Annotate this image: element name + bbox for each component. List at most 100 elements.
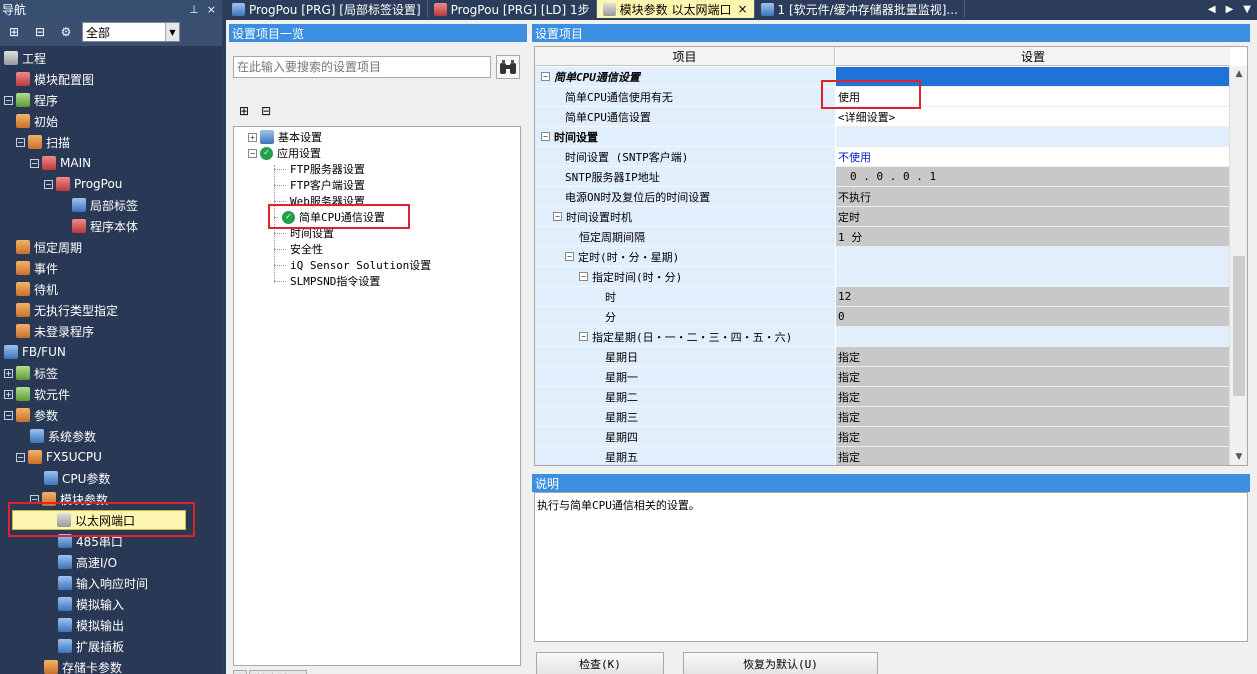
scroll-down-icon[interactable]: ▼: [1230, 449, 1247, 465]
expand-icon[interactable]: +: [4, 368, 13, 378]
setting-tree-item[interactable]: + 基本设置: [248, 129, 322, 145]
setting-row-label-cell[interactable]: 星期四: [535, 427, 835, 447]
nav-tree-item-ethernet-port[interactable]: 以太网端口: [12, 510, 186, 530]
nav-tree-item[interactable]: − ProgPou: [44, 174, 122, 194]
nav-tree-item[interactable]: 模拟输入: [58, 594, 124, 614]
setting-row-label-cell[interactable]: − 时间设置时机: [535, 207, 835, 227]
nav-tree-item[interactable]: − 参数: [4, 405, 58, 425]
setting-row-value-cell[interactable]: 定时: [836, 207, 1229, 227]
setting-row-value-cell[interactable]: <详细设置>: [836, 107, 1229, 127]
setting-row-value-cell[interactable]: [836, 127, 1229, 147]
expand-icon[interactable]: +: [4, 389, 13, 399]
setting-row-value-cell[interactable]: 指定: [836, 387, 1229, 407]
setting-row-label-cell[interactable]: 星期一: [535, 367, 835, 387]
setting-tree-item[interactable]: − ✓ 应用设置: [248, 145, 321, 161]
setting-row-value-cell[interactable]: 使用: [836, 87, 1229, 107]
nav-tree-item[interactable]: 局部标签: [72, 195, 138, 215]
setting-search-input[interactable]: [233, 56, 491, 78]
nav-tree-item[interactable]: − MAIN: [30, 153, 91, 173]
setting-tree-item[interactable]: FTP服务器设置: [274, 161, 365, 177]
nav-tree-item[interactable]: 未登录程序: [16, 321, 94, 341]
document-tab[interactable]: 模块参数 以太网端口 ×: [596, 0, 755, 18]
setting-tree-item[interactable]: 安全性: [274, 241, 323, 257]
collapse-icon[interactable]: −: [541, 72, 550, 81]
setting-row-value-cell[interactable]: 指定: [836, 447, 1229, 465]
collapse-icon[interactable]: −: [4, 410, 13, 420]
nav-tree-item[interactable]: 扩展插板: [58, 636, 124, 656]
setting-row-label-cell[interactable]: 星期二: [535, 387, 835, 407]
search-button[interactable]: [496, 55, 520, 79]
setting-row-value-cell[interactable]: 0: [836, 307, 1229, 327]
nav-tree-item[interactable]: 模拟输出: [58, 615, 124, 635]
setting-row-label-cell[interactable]: 简单CPU通信设置: [535, 107, 835, 127]
collapse-icon[interactable]: −: [44, 179, 53, 189]
list-bottom-tab[interactable]: 搜索结果: [249, 670, 307, 674]
setting-row-label-cell[interactable]: − 定时(时・分・星期): [535, 247, 835, 267]
pin-icon[interactable]: ⊥: [189, 3, 199, 16]
nav-tree-item[interactable]: 恒定周期: [16, 237, 82, 257]
setting-row-label-cell[interactable]: 星期五: [535, 447, 835, 465]
setting-row-label-cell[interactable]: 电源ON时及复位后的时间设置: [535, 187, 835, 207]
setting-tree-item[interactable]: ✓ 简单CPU通信设置: [274, 209, 385, 225]
setting-tree-item[interactable]: FTP客户端设置: [274, 177, 365, 193]
nav-tree-item[interactable]: 初始: [16, 111, 58, 131]
collapse-icon[interactable]: −: [16, 137, 25, 147]
restore-default-button[interactable]: 恢复为默认(U): [683, 652, 878, 674]
nav-tree-item[interactable]: 485串口: [58, 531, 123, 551]
nav-tree-item[interactable]: 输入响应时间: [58, 573, 148, 593]
nav-tree-item[interactable]: 程序本体: [72, 216, 138, 236]
setting-row-value-cell[interactable]: [836, 267, 1229, 287]
expand-icon[interactable]: +: [248, 132, 257, 142]
collapse-icon[interactable]: −: [541, 132, 550, 141]
setting-tree-item[interactable]: SLMPSND指令设置: [274, 273, 380, 289]
nav-tree-item[interactable]: + 软元件: [4, 384, 70, 404]
collapse-all-icon[interactable]: ⊟: [261, 104, 271, 118]
setting-row-value-cell[interactable]: [836, 327, 1229, 347]
nav-tree-item[interactable]: FB/FUN: [4, 342, 66, 362]
setting-row-value-cell[interactable]: 指定: [836, 427, 1229, 447]
document-tab[interactable]: ProgPou [PRG] [LD] 1步: [428, 0, 597, 18]
setting-row-value-cell[interactable]: 不使用: [836, 147, 1229, 167]
tab-scroll-left-icon[interactable]: ◀: [1208, 4, 1216, 15]
collapse-icon[interactable]: −: [16, 452, 25, 462]
setting-row-value-cell[interactable]: [836, 247, 1229, 267]
tree-collapse-icon[interactable]: ⊟: [30, 22, 50, 42]
nav-tree-item[interactable]: 工程: [4, 48, 46, 68]
chevron-down-icon[interactable]: ▼: [165, 23, 179, 41]
setting-row-value-cell[interactable]: 不执行: [836, 187, 1229, 207]
nav-tree-item[interactable]: − 程序: [4, 90, 58, 110]
collapse-icon[interactable]: −: [30, 158, 39, 168]
tree-expand-icon[interactable]: ⊞: [4, 22, 24, 42]
close-icon[interactable]: ×: [207, 3, 216, 16]
setting-row-value-cell[interactable]: 指定: [836, 367, 1229, 387]
setting-row-label-cell[interactable]: − 时间设置: [535, 127, 835, 147]
tab-scroll-right-icon[interactable]: ▶: [1226, 4, 1234, 15]
setting-row-label-cell[interactable]: − 指定星期(日・一・二・三・四・五・六): [535, 327, 835, 347]
setting-row-value-cell[interactable]: 指定: [836, 407, 1229, 427]
nav-tree-item[interactable]: − FX5UCPU: [16, 447, 102, 467]
setting-row-label-cell[interactable]: 星期日: [535, 347, 835, 367]
navigation-filter-select[interactable]: 全部 ▼: [82, 22, 180, 42]
nav-tree-item[interactable]: − 扫描: [16, 132, 70, 152]
nav-tree-item[interactable]: 存储卡参数: [44, 657, 122, 674]
setting-row-label-cell[interactable]: 分: [535, 307, 835, 327]
setting-row-label-cell[interactable]: − 简单CPU通信设置: [535, 67, 835, 87]
setting-tree-item[interactable]: iQ Sensor Solution设置: [274, 257, 431, 273]
setting-row-value-cell[interactable]: 1 分: [836, 227, 1229, 247]
nav-tree-item[interactable]: 系统参数: [30, 426, 96, 446]
list-bottom-tab[interactable]: [233, 670, 247, 674]
setting-tree-item[interactable]: 时间设置: [274, 225, 334, 241]
scroll-thumb[interactable]: [1233, 256, 1245, 396]
setting-row-value-cell[interactable]: 指定: [836, 347, 1229, 367]
setting-row-value-cell[interactable]: 12: [836, 287, 1229, 307]
collapse-icon[interactable]: −: [579, 332, 588, 341]
nav-tree-item[interactable]: 事件: [16, 258, 58, 278]
nav-tree-item[interactable]: CPU参数: [44, 468, 110, 488]
collapse-icon[interactable]: −: [248, 148, 257, 158]
check-button[interactable]: 检查(K): [536, 652, 664, 674]
nav-tree-item[interactable]: 模块配置图: [16, 69, 94, 89]
collapse-icon[interactable]: −: [579, 272, 588, 281]
scroll-up-icon[interactable]: ▲: [1230, 66, 1247, 82]
setting-tree-item[interactable]: Web服务器设置: [274, 193, 365, 209]
setting-row-label-cell[interactable]: 时: [535, 287, 835, 307]
